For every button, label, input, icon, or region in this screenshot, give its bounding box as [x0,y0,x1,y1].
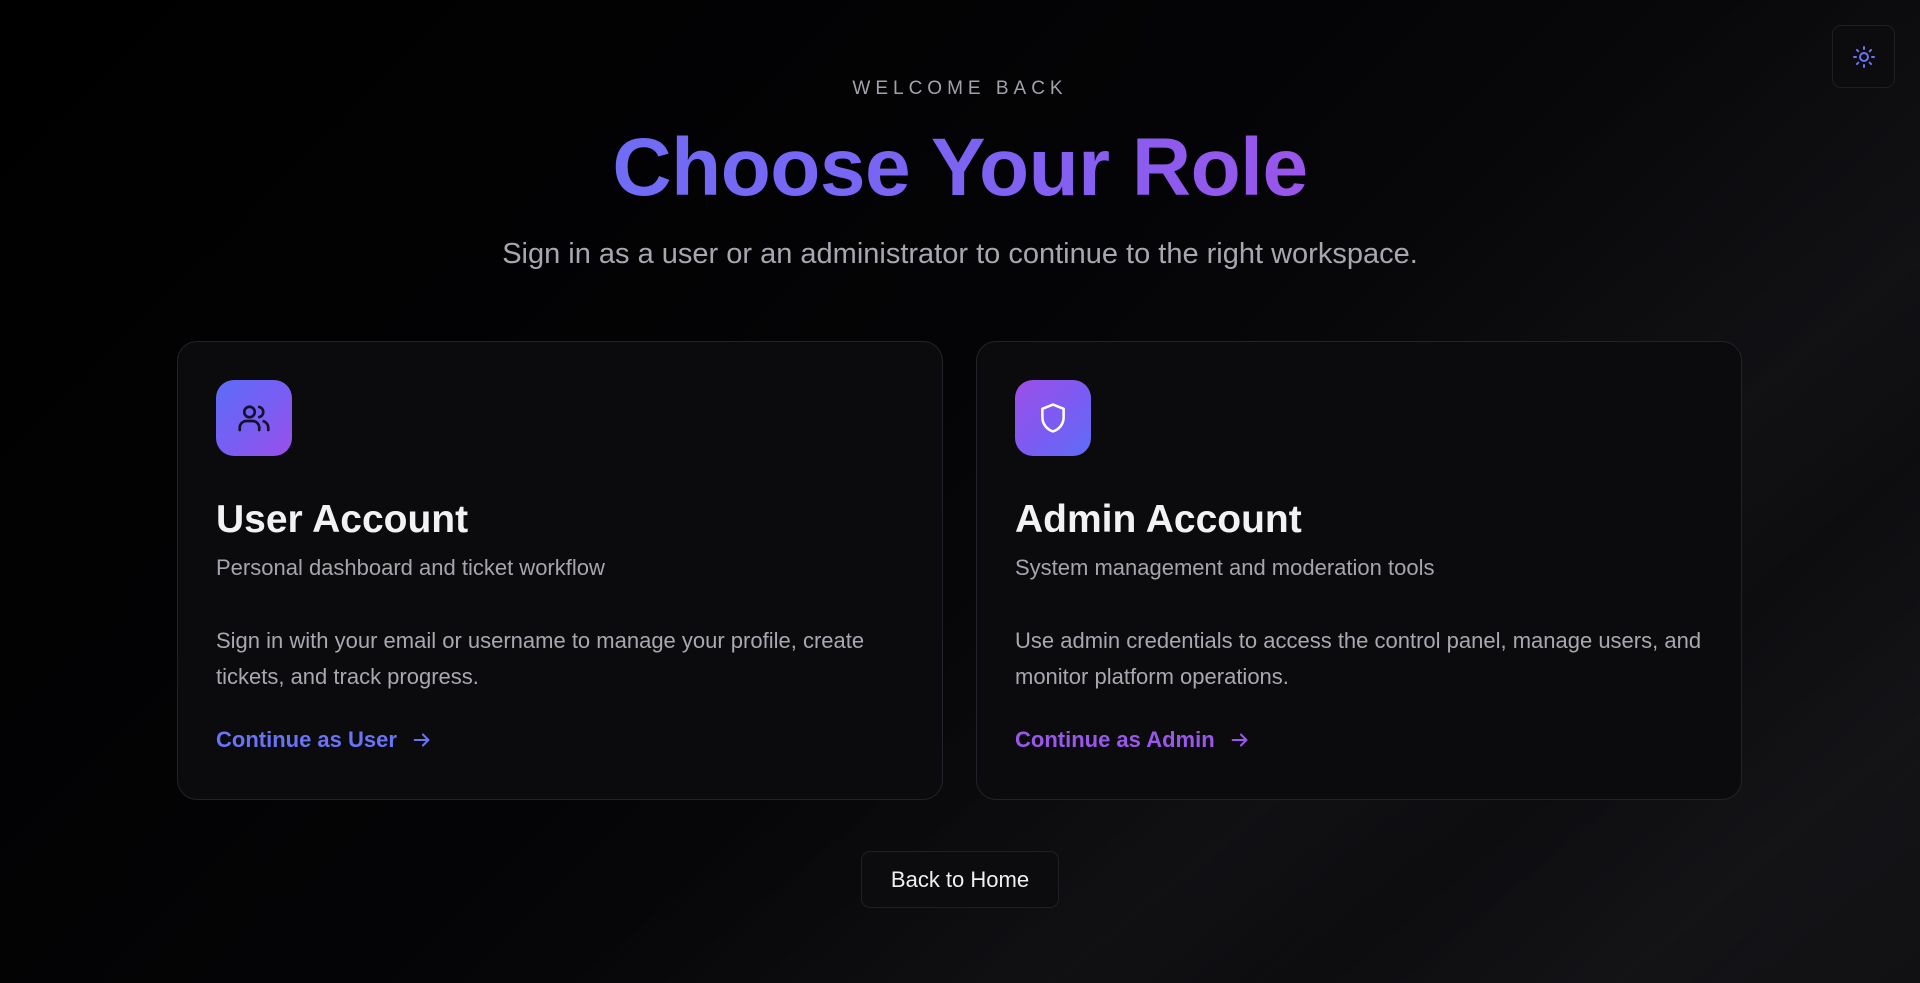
admin-card-title: Admin Account [1015,498,1302,541]
users-icon [238,405,270,432]
page-title-text: Choose Your Role [612,122,1308,213]
back-to-home-button[interactable]: Back to Home [861,851,1059,908]
welcome-eyebrow: WELCOME BACK [852,78,1068,99]
arrow-right-icon [1229,729,1251,751]
continue-as-user-link[interactable]: Continue as User [216,727,433,753]
admin-card-tagline: System management and moderation tools [1015,555,1435,580]
user-card-description: Sign in with your email or username to m… [216,628,865,689]
user-card-title: User Account [216,498,469,541]
continue-as-admin-link[interactable]: Continue as Admin [1015,727,1251,753]
admin-card-icon-badge [1015,380,1091,456]
continue-as-admin-label: Continue as Admin [1015,727,1215,752]
arrow-right-icon [411,729,433,751]
user-account-card[interactable]: User Account Personal dashboard and tick… [177,341,943,800]
page-subtitle: Sign in as a user or an administrator to… [502,238,1418,270]
admin-card-description: Use admin credentials to access the cont… [1015,628,1702,689]
user-card-tagline: Personal dashboard and ticket workflow [216,555,605,580]
page-title: Choose Your Role [0,120,1920,216]
admin-account-card[interactable]: Admin Account System management and mode… [976,341,1742,800]
user-card-icon-badge [216,380,292,456]
shield-icon [1041,403,1065,433]
sun-icon [1852,45,1875,68]
continue-as-user-label: Continue as User [216,727,397,752]
